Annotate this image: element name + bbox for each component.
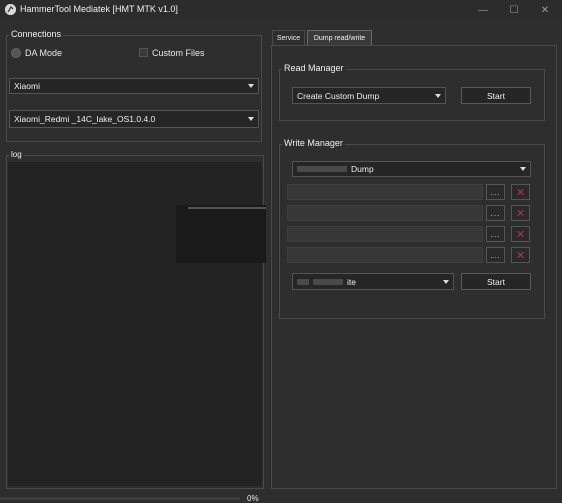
- brand-select[interactable]: Xiaomi: [9, 78, 259, 94]
- browse-button-4[interactable]: ...: [486, 247, 505, 263]
- browse-label: ...: [490, 208, 501, 218]
- chevron-down-icon: [248, 84, 254, 88]
- browse-label: ...: [490, 187, 501, 197]
- remove-icon: ✕: [515, 207, 526, 220]
- log-title: log: [9, 150, 24, 159]
- remove-button-4[interactable]: ✕: [511, 247, 530, 263]
- partition-path-field-2[interactable]: [287, 205, 483, 221]
- chevron-down-icon: [248, 117, 254, 121]
- read-start-label: Start: [487, 90, 505, 101]
- tab-service[interactable]: Service: [272, 30, 305, 45]
- app-logo-icon: [5, 4, 16, 15]
- log-artifact-edge: [188, 207, 266, 209]
- custom-files-label: Custom Files: [152, 48, 205, 58]
- progress-bar: [0, 497, 240, 500]
- partition-path-field-4[interactable]: [287, 247, 483, 263]
- maximize-icon: ☐: [509, 4, 519, 16]
- maximize-button[interactable]: ☐: [499, 0, 529, 20]
- chevron-down-icon: [443, 279, 449, 284]
- tab-dump-read-write-label: Dump read/write: [313, 34, 366, 42]
- tab-service-label: Service: [276, 34, 301, 42]
- dump-select[interactable]: Dump: [292, 161, 531, 177]
- close-button[interactable]: ✕: [530, 0, 560, 20]
- write-manager-title: Write Manager: [282, 138, 345, 148]
- read-mode-value: Create Custom Dump: [297, 90, 380, 101]
- dump-select-value: Dump: [351, 164, 374, 174]
- chevron-down-icon: [520, 167, 526, 171]
- browse-label: ...: [490, 250, 501, 260]
- chevron-down-icon: [435, 93, 441, 98]
- window-title: HammerTool Mediatek [HMT MTK v1.0]: [20, 4, 178, 14]
- write-mode-value: ite: [347, 276, 356, 287]
- redacted-text: [297, 166, 347, 172]
- custom-files-checkbox[interactable]: [139, 48, 148, 57]
- brand-select-value: Xiaomi: [14, 81, 40, 91]
- minimize-icon: —: [478, 4, 488, 16]
- redacted-text: [297, 278, 309, 285]
- write-start-button[interactable]: Start: [461, 273, 531, 290]
- write-start-label: Start: [487, 276, 505, 287]
- log-artifact: [176, 205, 266, 263]
- browse-button-2[interactable]: ...: [486, 205, 505, 221]
- progress-percent: 0%: [247, 494, 259, 503]
- remove-button-3[interactable]: ✕: [511, 226, 530, 242]
- connections-title: Connections: [9, 29, 64, 39]
- firmware-select-value: Xiaomi_Redmi _14C_lake_OS1.0.4.0: [14, 114, 156, 124]
- partition-path-field-3[interactable]: [287, 226, 483, 242]
- browse-label: ...: [490, 229, 501, 239]
- browse-button-3[interactable]: ...: [486, 226, 505, 242]
- remove-button-2[interactable]: ✕: [511, 205, 530, 221]
- remove-button-1[interactable]: ✕: [511, 184, 530, 200]
- close-icon: ✕: [540, 4, 550, 16]
- remove-icon: ✕: [515, 228, 526, 241]
- da-mode-radio[interactable]: [11, 48, 21, 58]
- read-start-button[interactable]: Start: [461, 87, 531, 104]
- redacted-text: [313, 278, 343, 285]
- firmware-select[interactable]: Xiaomi_Redmi _14C_lake_OS1.0.4.0: [9, 110, 259, 128]
- read-mode-select[interactable]: Create Custom Dump: [292, 87, 446, 104]
- partition-path-field-1[interactable]: [287, 184, 483, 200]
- tab-dump-read-write[interactable]: Dump read/write: [307, 30, 372, 45]
- minimize-button[interactable]: —: [468, 0, 498, 20]
- browse-button-1[interactable]: ...: [486, 184, 505, 200]
- da-mode-label: DA Mode: [25, 48, 63, 58]
- remove-icon: ✕: [515, 249, 526, 262]
- remove-icon: ✕: [515, 186, 526, 199]
- read-manager-title: Read Manager: [282, 63, 346, 73]
- write-mode-select[interactable]: ite: [292, 273, 454, 290]
